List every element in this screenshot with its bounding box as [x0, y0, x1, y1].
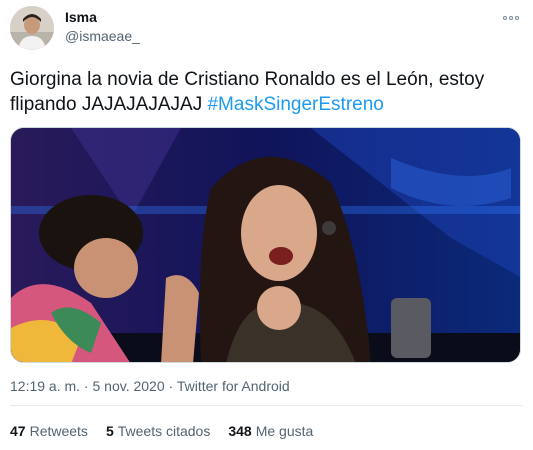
retweets-count: 47 [10, 423, 26, 439]
divider [10, 405, 523, 406]
dot [515, 16, 519, 20]
tweet-card: Isma @ismaeae_ Giorgina la novia de Cris… [0, 0, 533, 450]
tweet-meta: 12:19 a. m. · 5 nov. 2020 · Twitter for … [10, 378, 290, 394]
tweet-image[interactable] [10, 127, 521, 363]
likes-label: Me gusta [255, 423, 314, 439]
quotes-stat[interactable]: 5 Tweets citados [106, 423, 210, 439]
tweet-text: Giorgina la novia de Cristiano Ronaldo e… [10, 67, 525, 117]
more-options-icon[interactable] [499, 9, 523, 27]
tweet-source[interactable]: Twitter for Android [177, 378, 290, 394]
retweets-stat[interactable]: 47 Retweets [10, 423, 88, 439]
avatar[interactable] [10, 6, 54, 50]
dot [509, 16, 513, 20]
dot [503, 16, 507, 20]
likes-count: 348 [228, 423, 252, 439]
quotes-count: 5 [105, 423, 114, 439]
retweets-label: Retweets [29, 423, 88, 439]
user-handle[interactable]: @ismaeae_ [65, 28, 140, 44]
quotes-label: Tweets citados [117, 423, 211, 439]
display-name[interactable]: Isma [65, 9, 97, 25]
timestamp-date[interactable]: 5 nov. 2020 [93, 378, 165, 394]
likes-stat[interactable]: 348 Me gusta [228, 423, 313, 439]
meta-separator: · [80, 378, 93, 394]
tweet-stats: 47 Retweets 5 Tweets citados 348 Me gusta [10, 423, 313, 439]
timestamp-time[interactable]: 12:19 a. m. [10, 378, 80, 394]
hashtag-link[interactable]: #MaskSingerEstreno [207, 94, 383, 115]
meta-separator: · [164, 378, 177, 394]
